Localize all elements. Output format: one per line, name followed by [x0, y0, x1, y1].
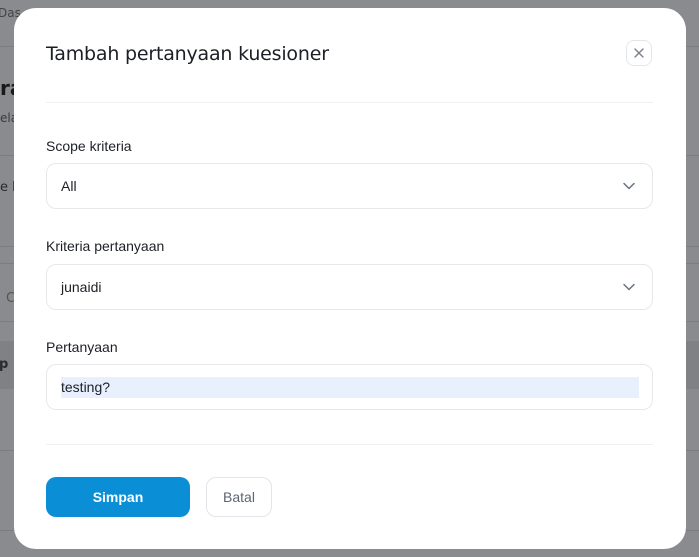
scope-select-value: All: [61, 178, 77, 194]
cancel-button[interactable]: Batal: [206, 477, 272, 517]
close-button[interactable]: [626, 40, 652, 66]
criteria-select-value: junaidi: [61, 279, 102, 295]
footer-divider: [46, 444, 653, 445]
add-question-modal: Tambah pertanyaan kuesioner Scope kriter…: [14, 8, 686, 549]
modal-title: Tambah pertanyaan kuesioner: [46, 43, 329, 65]
header-divider: [46, 102, 653, 103]
criteria-select[interactable]: junaidi: [46, 264, 653, 310]
save-button[interactable]: Simpan: [46, 477, 190, 517]
chevron-down-icon: [623, 182, 635, 190]
question-label: Pertanyaan: [46, 339, 118, 355]
criteria-label: Kriteria pertanyaan: [46, 238, 165, 254]
bg-table-header-fragment: p: [0, 357, 9, 372]
question-input[interactable]: testing?: [61, 377, 639, 398]
scope-label: Scope kriteria: [46, 138, 132, 154]
chevron-down-icon: [623, 283, 635, 291]
question-field[interactable]: testing?: [46, 364, 653, 410]
close-icon: [634, 48, 644, 58]
scope-select[interactable]: All: [46, 163, 653, 209]
